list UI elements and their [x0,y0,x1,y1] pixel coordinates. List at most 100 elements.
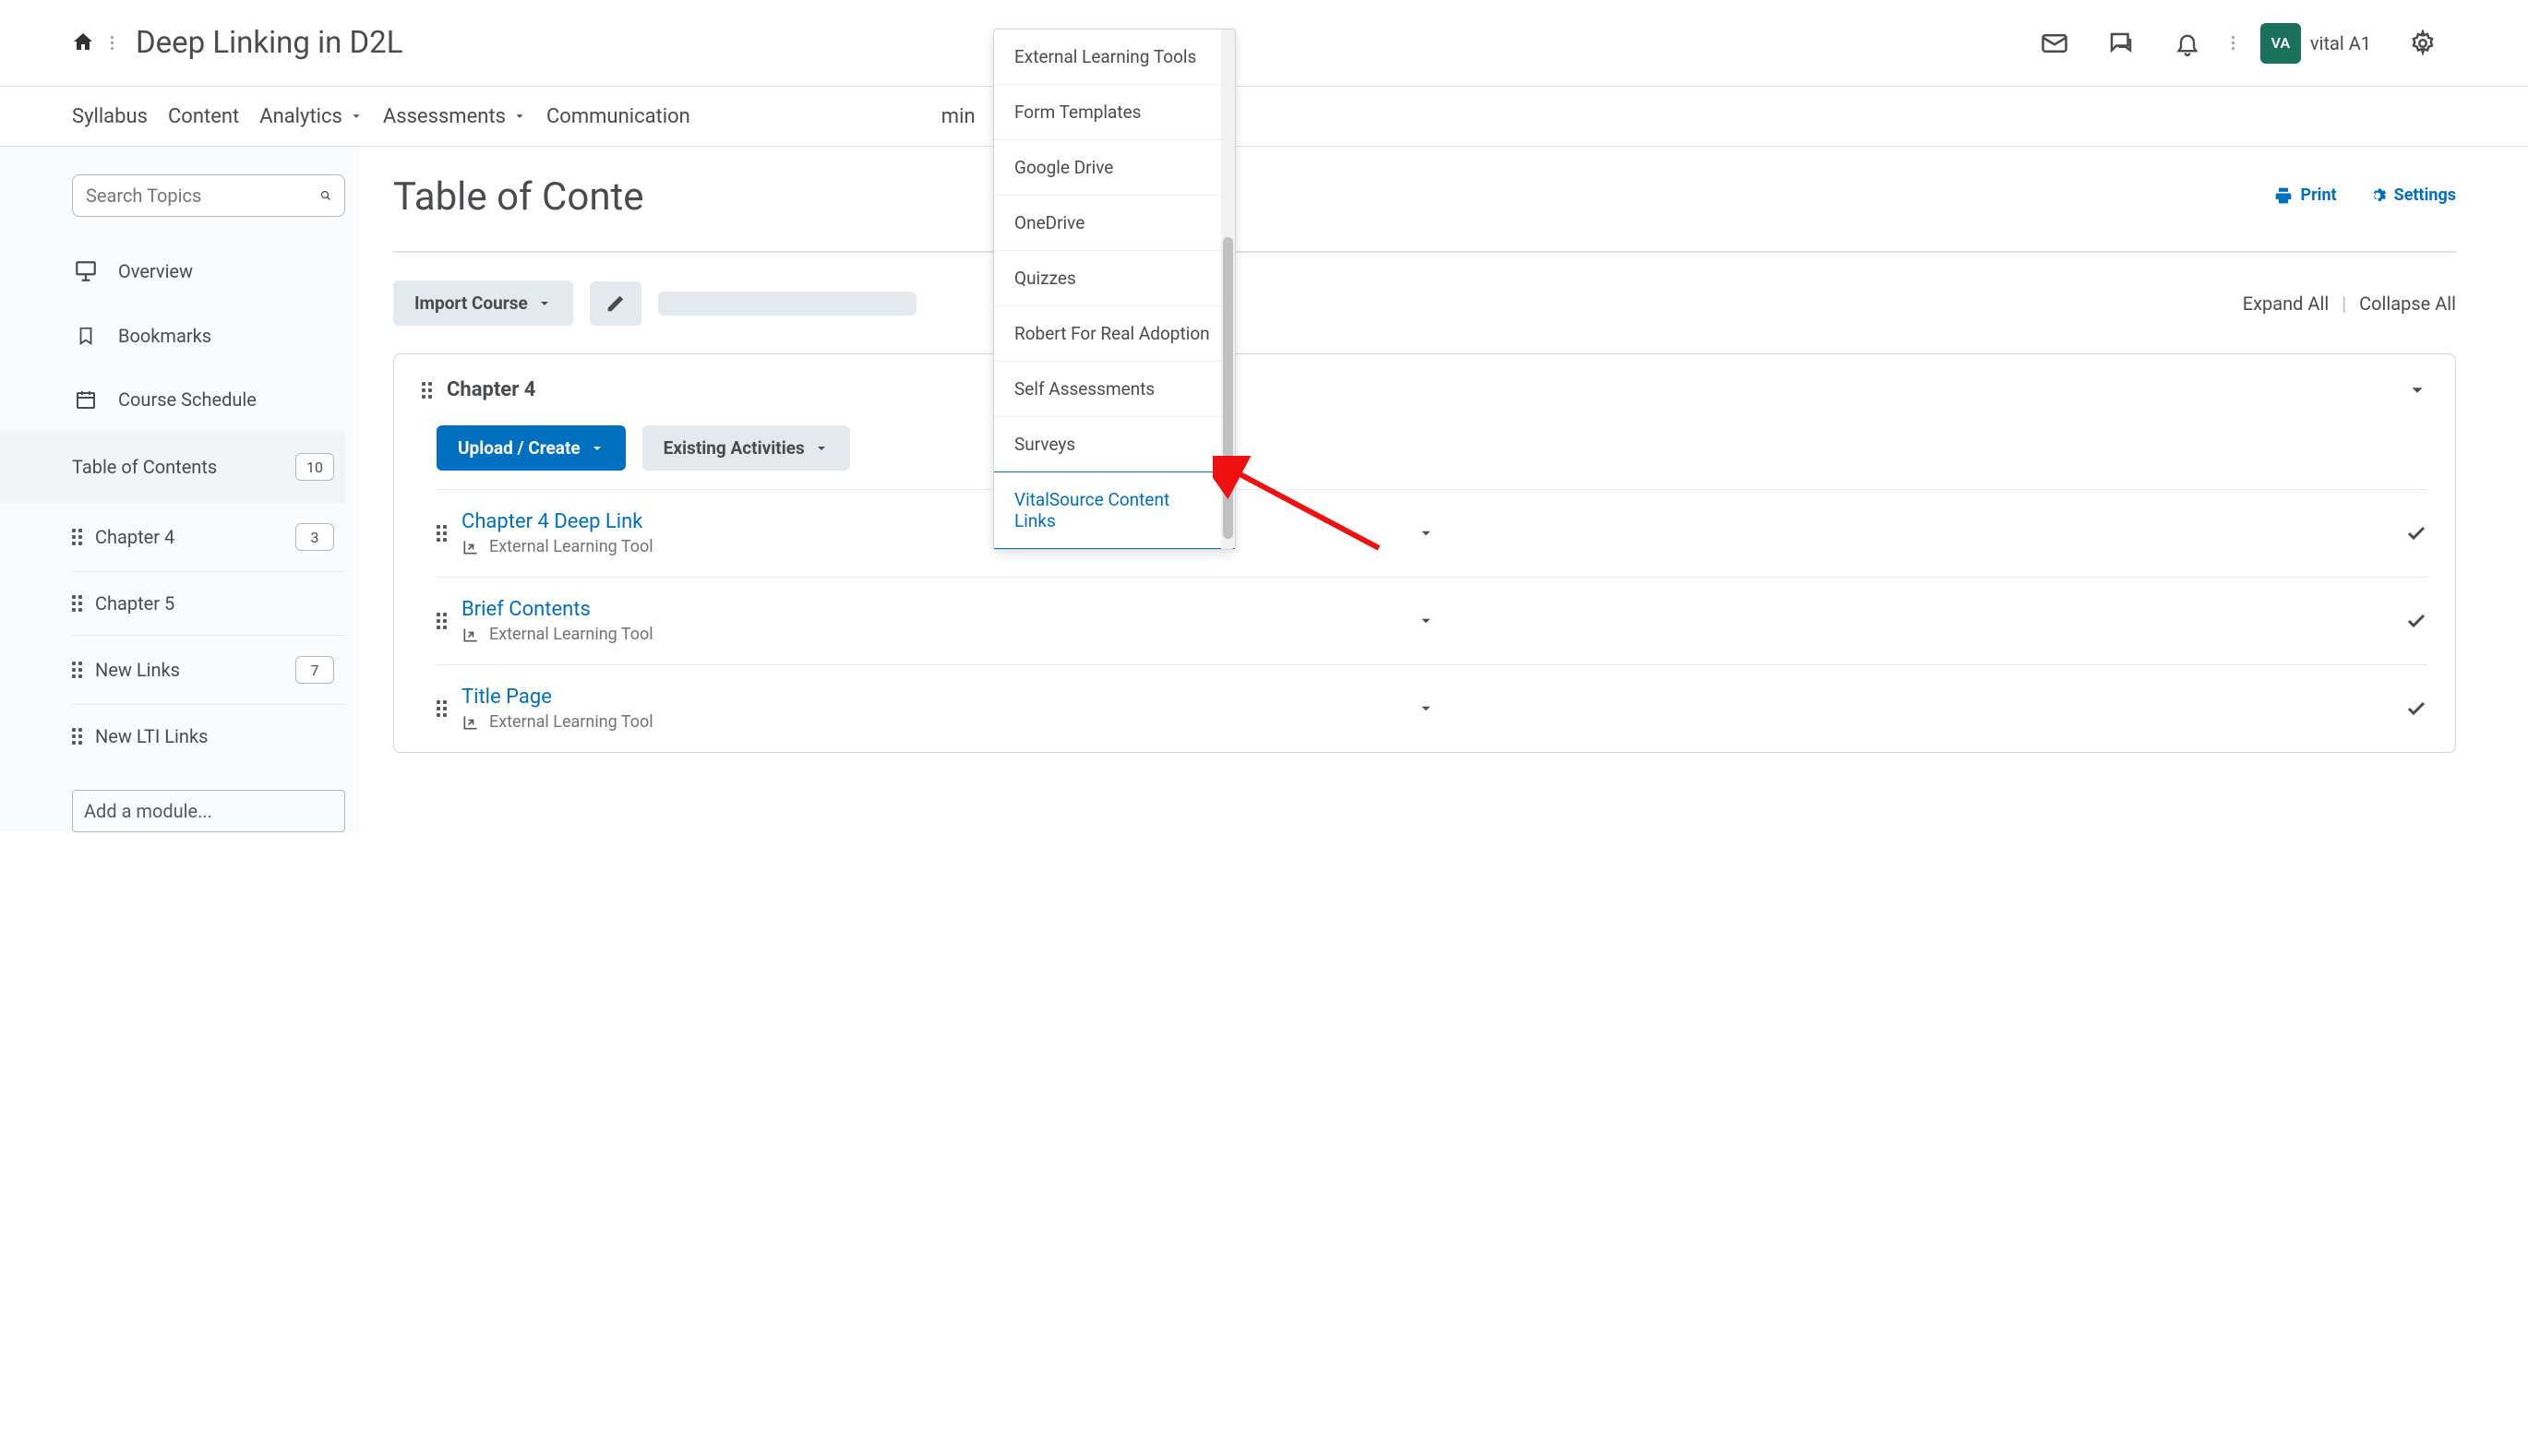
bulk-edit-button[interactable] [590,281,641,326]
drag-handle-icon[interactable] [72,662,82,678]
import-course-button[interactable]: Import Course [393,280,573,326]
external-tool-icon [461,626,480,644]
external-tool-icon [461,538,480,556]
search-icon[interactable] [320,185,331,207]
content-sidebar: Overview Bookmarks Course Schedule Table… [0,147,360,832]
top-bar: Deep Linking in D2L VA vital A1 [0,0,2528,87]
topic-type-label: External Learning Tool [489,625,653,644]
dropdown-item[interactable]: Surveys [994,417,1235,472]
nav-analytics[interactable]: Analytics [259,105,363,128]
bookmark-icon [72,324,100,348]
dropdown-item[interactable]: VitalSource Content Links [994,471,1235,549]
add-module-input[interactable]: Add a module... [72,790,345,832]
topic-type-label: External Learning Tool [489,537,653,556]
gear-icon[interactable] [2401,21,2445,66]
upload-create-button[interactable]: Upload / Create [437,425,626,471]
dropdown-item[interactable]: OneDrive [994,196,1235,251]
sidebar-label: Bookmarks [118,325,211,347]
sidebar-module-chapter-4[interactable]: Chapter 4 3 [72,503,345,572]
main-content: Table of Conte Print Settings Import Cou… [360,147,2528,832]
print-label: Print [2300,185,2336,205]
topic-title-link[interactable]: Title Page [461,686,1403,709]
settings-button[interactable]: Settings [2368,185,2456,205]
drag-handle-icon[interactable] [72,529,82,545]
calendar-icon [72,388,100,411]
drag-handle-icon[interactable] [422,382,432,399]
module-count-badge: 3 [295,523,334,551]
separator: | [2342,292,2346,315]
external-tool-icon [461,713,480,732]
topic-actions-chevron[interactable] [1418,613,1434,629]
dropdown-item[interactable]: Google Drive [994,140,1235,196]
more-icon[interactable] [2232,36,2234,50]
sidebar-bookmarks[interactable]: Bookmarks [72,304,345,368]
button-label: Upload / Create [458,437,581,459]
home-icon[interactable] [72,30,94,56]
module-name: Chapter 4 [95,526,174,548]
module-name: New LTI Links [95,725,208,747]
module-count-badge: 7 [295,656,334,684]
chevron-down-icon [814,441,829,456]
nav-syllabus[interactable]: Syllabus [72,105,148,128]
drag-handle-icon[interactable] [437,613,447,629]
chevron-down-icon [590,441,605,456]
drag-handle-icon[interactable] [437,525,447,542]
collapse-all-link[interactable]: Collapse All [2359,292,2456,315]
topic-row: Title Page External Learning Tool [437,664,2427,752]
module-panel: Chapter 4 Upload / Create Existing Activ… [393,353,2456,753]
sidebar-schedule[interactable]: Course Schedule [72,368,345,431]
topic-actions-chevron[interactable] [1418,525,1434,542]
sidebar-module-chapter-5[interactable]: Chapter 5 [72,572,345,636]
sidebar-toc-header[interactable]: Table of Contents 10 [0,431,345,503]
topic-title-link[interactable]: Brief Contents [461,598,1403,621]
sidebar-module-new-links[interactable]: New Links 7 [72,636,345,705]
topic-actions-chevron[interactable] [1418,700,1434,717]
module-name: New Links [95,659,180,681]
chevron-down-icon [513,110,526,123]
button-label: Existing Activities [664,437,805,459]
existing-activities-button[interactable]: Existing Activities [642,425,850,471]
dropdown-item[interactable]: Form Templates [994,85,1235,140]
nav-communication[interactable]: Communication [546,105,690,128]
topic-title-link[interactable]: Chapter 4 Deep Link [461,510,1403,533]
drag-handle-icon[interactable] [72,728,82,745]
hidden-button-behind-dropdown[interactable] [658,292,917,316]
topic-row: Chapter 4 Deep Link External Learning To… [437,489,2427,577]
module-name: Chapter 5 [95,592,174,615]
nav-content[interactable]: Content [168,105,239,128]
sidebar-label: Course Schedule [118,388,257,411]
course-title[interactable]: Deep Linking in D2L [136,25,403,61]
overview-icon [72,259,100,283]
topic-type-label: External Learning Tool [489,712,653,732]
search-topics-input[interactable] [86,185,320,207]
collapse-icon[interactable] [2407,380,2427,400]
mail-icon[interactable] [2032,21,2077,66]
drag-handle-icon[interactable] [437,700,447,717]
dropdown-item[interactable]: Robert For Real Adoption [994,306,1235,362]
drag-handle-icon[interactable] [72,595,82,612]
sidebar-module-new-lti-links[interactable]: New LTI Links [72,705,345,768]
search-topics-wrap[interactable] [72,174,345,217]
chat-icon[interactable] [2099,21,2143,66]
dropdown-scrollbar[interactable] [1221,30,1235,549]
print-button[interactable]: Print [2274,185,2336,205]
avatar[interactable]: VA [2260,23,2301,64]
dropdown-item[interactable]: External Learning Tools [994,30,1235,85]
sidebar-overview[interactable]: Overview [72,239,345,304]
sidebar-label: Overview [118,260,193,282]
username-label[interactable]: vital A1 [2310,32,2371,54]
settings-label: Settings [2394,185,2456,205]
check-icon [2405,522,2427,544]
existing-activities-dropdown: External Learning ToolsForm TemplatesGoo… [993,29,1236,550]
nav-assessments[interactable]: Assessments [383,105,526,128]
chevron-down-icon [537,296,552,311]
course-menu-icon[interactable] [111,36,114,50]
expand-all-link[interactable]: Expand All [2243,292,2329,315]
module-panel-title[interactable]: Chapter 4 [447,378,535,401]
bell-icon[interactable] [2165,21,2210,66]
nav-admin-partial[interactable]: min [941,105,976,128]
dropdown-item[interactable]: Quizzes [994,251,1235,306]
button-label: Import Course [414,292,528,314]
dropdown-item[interactable]: Self Assessments [994,362,1235,417]
check-icon [2405,610,2427,632]
